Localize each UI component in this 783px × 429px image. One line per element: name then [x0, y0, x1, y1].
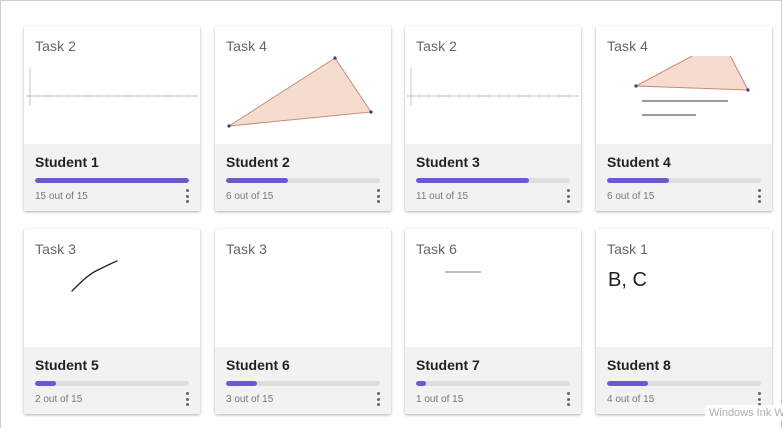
- progress-bar: [607, 178, 761, 183]
- progress-fill: [35, 178, 189, 183]
- more-options-icon[interactable]: [752, 188, 766, 204]
- task-title: Task 2: [416, 38, 458, 54]
- task-title: Task 3: [35, 241, 77, 257]
- student-name: Student 3: [416, 154, 480, 170]
- more-options-icon[interactable]: [180, 188, 194, 204]
- card-footer: Student 2 6 out of 15: [215, 144, 391, 211]
- card-footer: Student 5 2 out of 15: [24, 347, 200, 414]
- progress-fill: [607, 178, 669, 183]
- progress-fill: [226, 381, 257, 386]
- student-card-5[interactable]: Task 3 Student 5 2 out of 15: [24, 229, 200, 414]
- progress-text: 6 out of 15: [607, 191, 655, 202]
- task-title: Task 1: [607, 241, 649, 257]
- tiny-text-preview: [445, 271, 481, 273]
- answer-text: B, C: [608, 269, 647, 291]
- task-title: Task 2: [35, 38, 77, 54]
- progress-text: 6 out of 15: [226, 191, 274, 202]
- progress-fill: [416, 178, 529, 183]
- progress-text: 2 out of 15: [35, 394, 83, 405]
- card-footer: Student 3 11 out of 15: [405, 144, 581, 211]
- task-title: Task 4: [226, 38, 268, 54]
- progress-fill: [226, 178, 288, 183]
- card-preview-area[interactable]: Task 4: [596, 26, 772, 144]
- student-name: Student 1: [35, 154, 99, 170]
- card-preview-area[interactable]: Task 6: [405, 229, 581, 347]
- number-line-preview: [26, 68, 198, 106]
- progress-bar: [226, 178, 380, 183]
- triangle-with-equations-preview: [634, 56, 750, 116]
- card-preview-area[interactable]: Task 3: [24, 229, 200, 347]
- card-preview-area[interactable]: Task 2: [405, 26, 581, 144]
- student-card-1[interactable]: Task 2 Student 1 15 out of 15: [24, 26, 200, 211]
- card-preview-area[interactable]: Task 3: [215, 229, 391, 347]
- student-name: Student 4: [607, 154, 671, 170]
- student-name: Student 2: [226, 154, 290, 170]
- card-footer: Student 8 4 out of 15: [596, 347, 772, 414]
- student-card-7[interactable]: Task 6 Student 7 1 out of 15: [405, 229, 581, 414]
- progress-fill: [416, 381, 427, 386]
- triangle-preview: [227, 56, 373, 128]
- progress-bar: [416, 178, 570, 183]
- student-name: Student 5: [35, 357, 99, 373]
- answer-preview: B, C: [596, 259, 772, 347]
- student-card-2[interactable]: Task 4 Student 2 6 out of 15: [215, 26, 391, 211]
- task-title: Task 6: [416, 241, 458, 257]
- progress-bar: [416, 381, 570, 386]
- sketch-preview: [71, 260, 118, 292]
- progress-bar: [226, 381, 380, 386]
- card-preview-area[interactable]: Task 1 B, C: [596, 229, 772, 347]
- progress-text: 3 out of 15: [226, 394, 274, 405]
- card-preview-area[interactable]: Task 4: [215, 26, 391, 144]
- progress-bar: [35, 178, 189, 183]
- student-card-8[interactable]: Task 1 B, C Student 8 4 out of 15: [596, 229, 772, 414]
- student-name: Student 8: [607, 357, 671, 373]
- progress-text: 15 out of 15: [35, 191, 88, 202]
- student-card-4[interactable]: Task 4 Student 4 6 out of 15: [596, 26, 772, 211]
- card-preview-area[interactable]: Task 2: [24, 26, 200, 144]
- progress-fill: [607, 381, 649, 386]
- progress-text: 4 out of 15: [607, 394, 655, 405]
- student-card-6[interactable]: Task 3 Student 6 3 out of 15: [215, 229, 391, 414]
- card-footer: Student 6 3 out of 15: [215, 347, 391, 414]
- windows-ink-watermark: Windows Ink W: [705, 405, 783, 421]
- progress-bar: [35, 381, 189, 386]
- progress-text: 1 out of 15: [416, 394, 464, 405]
- number-line-preview: [407, 68, 579, 106]
- task-title: Task 4: [607, 38, 649, 54]
- student-name: Student 6: [226, 357, 290, 373]
- more-options-icon[interactable]: [371, 391, 385, 407]
- task-title: Task 3: [226, 241, 268, 257]
- more-options-icon[interactable]: [371, 188, 385, 204]
- card-footer: Student 4 6 out of 15: [596, 144, 772, 211]
- more-options-icon[interactable]: [561, 188, 575, 204]
- more-options-icon[interactable]: [561, 391, 575, 407]
- progress-bar: [607, 381, 761, 386]
- student-name: Student 7: [416, 357, 480, 373]
- card-footer: Student 7 1 out of 15: [405, 347, 581, 414]
- progress-fill: [35, 381, 56, 386]
- more-options-icon[interactable]: [180, 391, 194, 407]
- student-card-3[interactable]: Task 2 Student 3 11 out of 15: [405, 26, 581, 211]
- card-footer: Student 1 15 out of 15: [24, 144, 200, 211]
- progress-text: 11 out of 15: [416, 191, 469, 202]
